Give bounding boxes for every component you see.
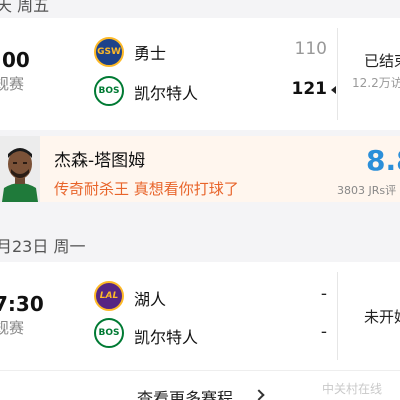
date-header-day2: 月23日 周一 (0, 224, 400, 262)
game-card-lal-bos[interactable]: 7:30 规赛 LAL 湖人 - BOS 凯尔特人 - 未开始 (0, 262, 400, 370)
team-logo-bos-icon: BOS (94, 318, 124, 348)
game-card-gsw-bos[interactable]: :00 规赛 GSW 勇士 110 BOS 凯尔特人 121 已结束 12.2万… (0, 18, 400, 130)
away-team-name: 凯尔特人 (134, 84, 199, 103)
player-name: 杰森-塔图姆 (54, 151, 146, 171)
home-team-name: 勇士 (134, 44, 167, 63)
more-schedule-link[interactable]: 查看更多赛程 (137, 385, 233, 400)
away-team-name: 凯尔特人 (134, 328, 199, 347)
winner-arrow-icon (331, 86, 336, 94)
watermark: 中关村在线 (322, 382, 383, 396)
divider (337, 272, 338, 360)
team-logo-bos-icon: BOS (94, 76, 124, 106)
player-avatar (0, 136, 40, 202)
away-team-score: - (320, 322, 327, 342)
home-team-score: - (320, 284, 327, 304)
date-label: 月23日 周一 (0, 237, 86, 256)
player-photo-icon (0, 136, 40, 202)
team-logo-lal-icon: LAL (94, 281, 124, 311)
game-stage: 规赛 (0, 319, 25, 337)
chevron-right-icon (253, 389, 265, 400)
divider (337, 28, 338, 120)
team-logo-text: GSW (97, 47, 121, 57)
game-stage: 规赛 (0, 75, 25, 93)
game-time: 7:30 (0, 292, 44, 316)
away-team-score: 121 (291, 79, 328, 99)
date-header-day1: 天 周五 (0, 0, 400, 18)
home-team-name: 湖人 (134, 290, 167, 309)
rating-count: 3803 JRs评 (337, 184, 397, 197)
team-logo-text: LAL (99, 291, 119, 301)
game-status: 未开始 (364, 308, 400, 326)
team-logo-text: BOS (98, 328, 120, 338)
date-label: 天 周五 (0, 0, 50, 15)
game-status: 已结束 (364, 52, 400, 70)
player-quote: 传奇耐杀王 真想看你打球了 (54, 180, 239, 198)
home-team-score: 110 (294, 39, 327, 59)
player-rating-bar[interactable]: 杰森-塔图姆 传奇耐杀王 真想看你打球了 8.8 3803 JRs评 (0, 136, 400, 202)
player-rating-score: 8.8 (366, 144, 400, 177)
game-time: :00 (0, 48, 30, 72)
team-logo-gsw-icon: GSW (94, 37, 124, 67)
team-logo-text: BOS (98, 86, 120, 96)
game-views: 12.2万访 (352, 76, 400, 90)
